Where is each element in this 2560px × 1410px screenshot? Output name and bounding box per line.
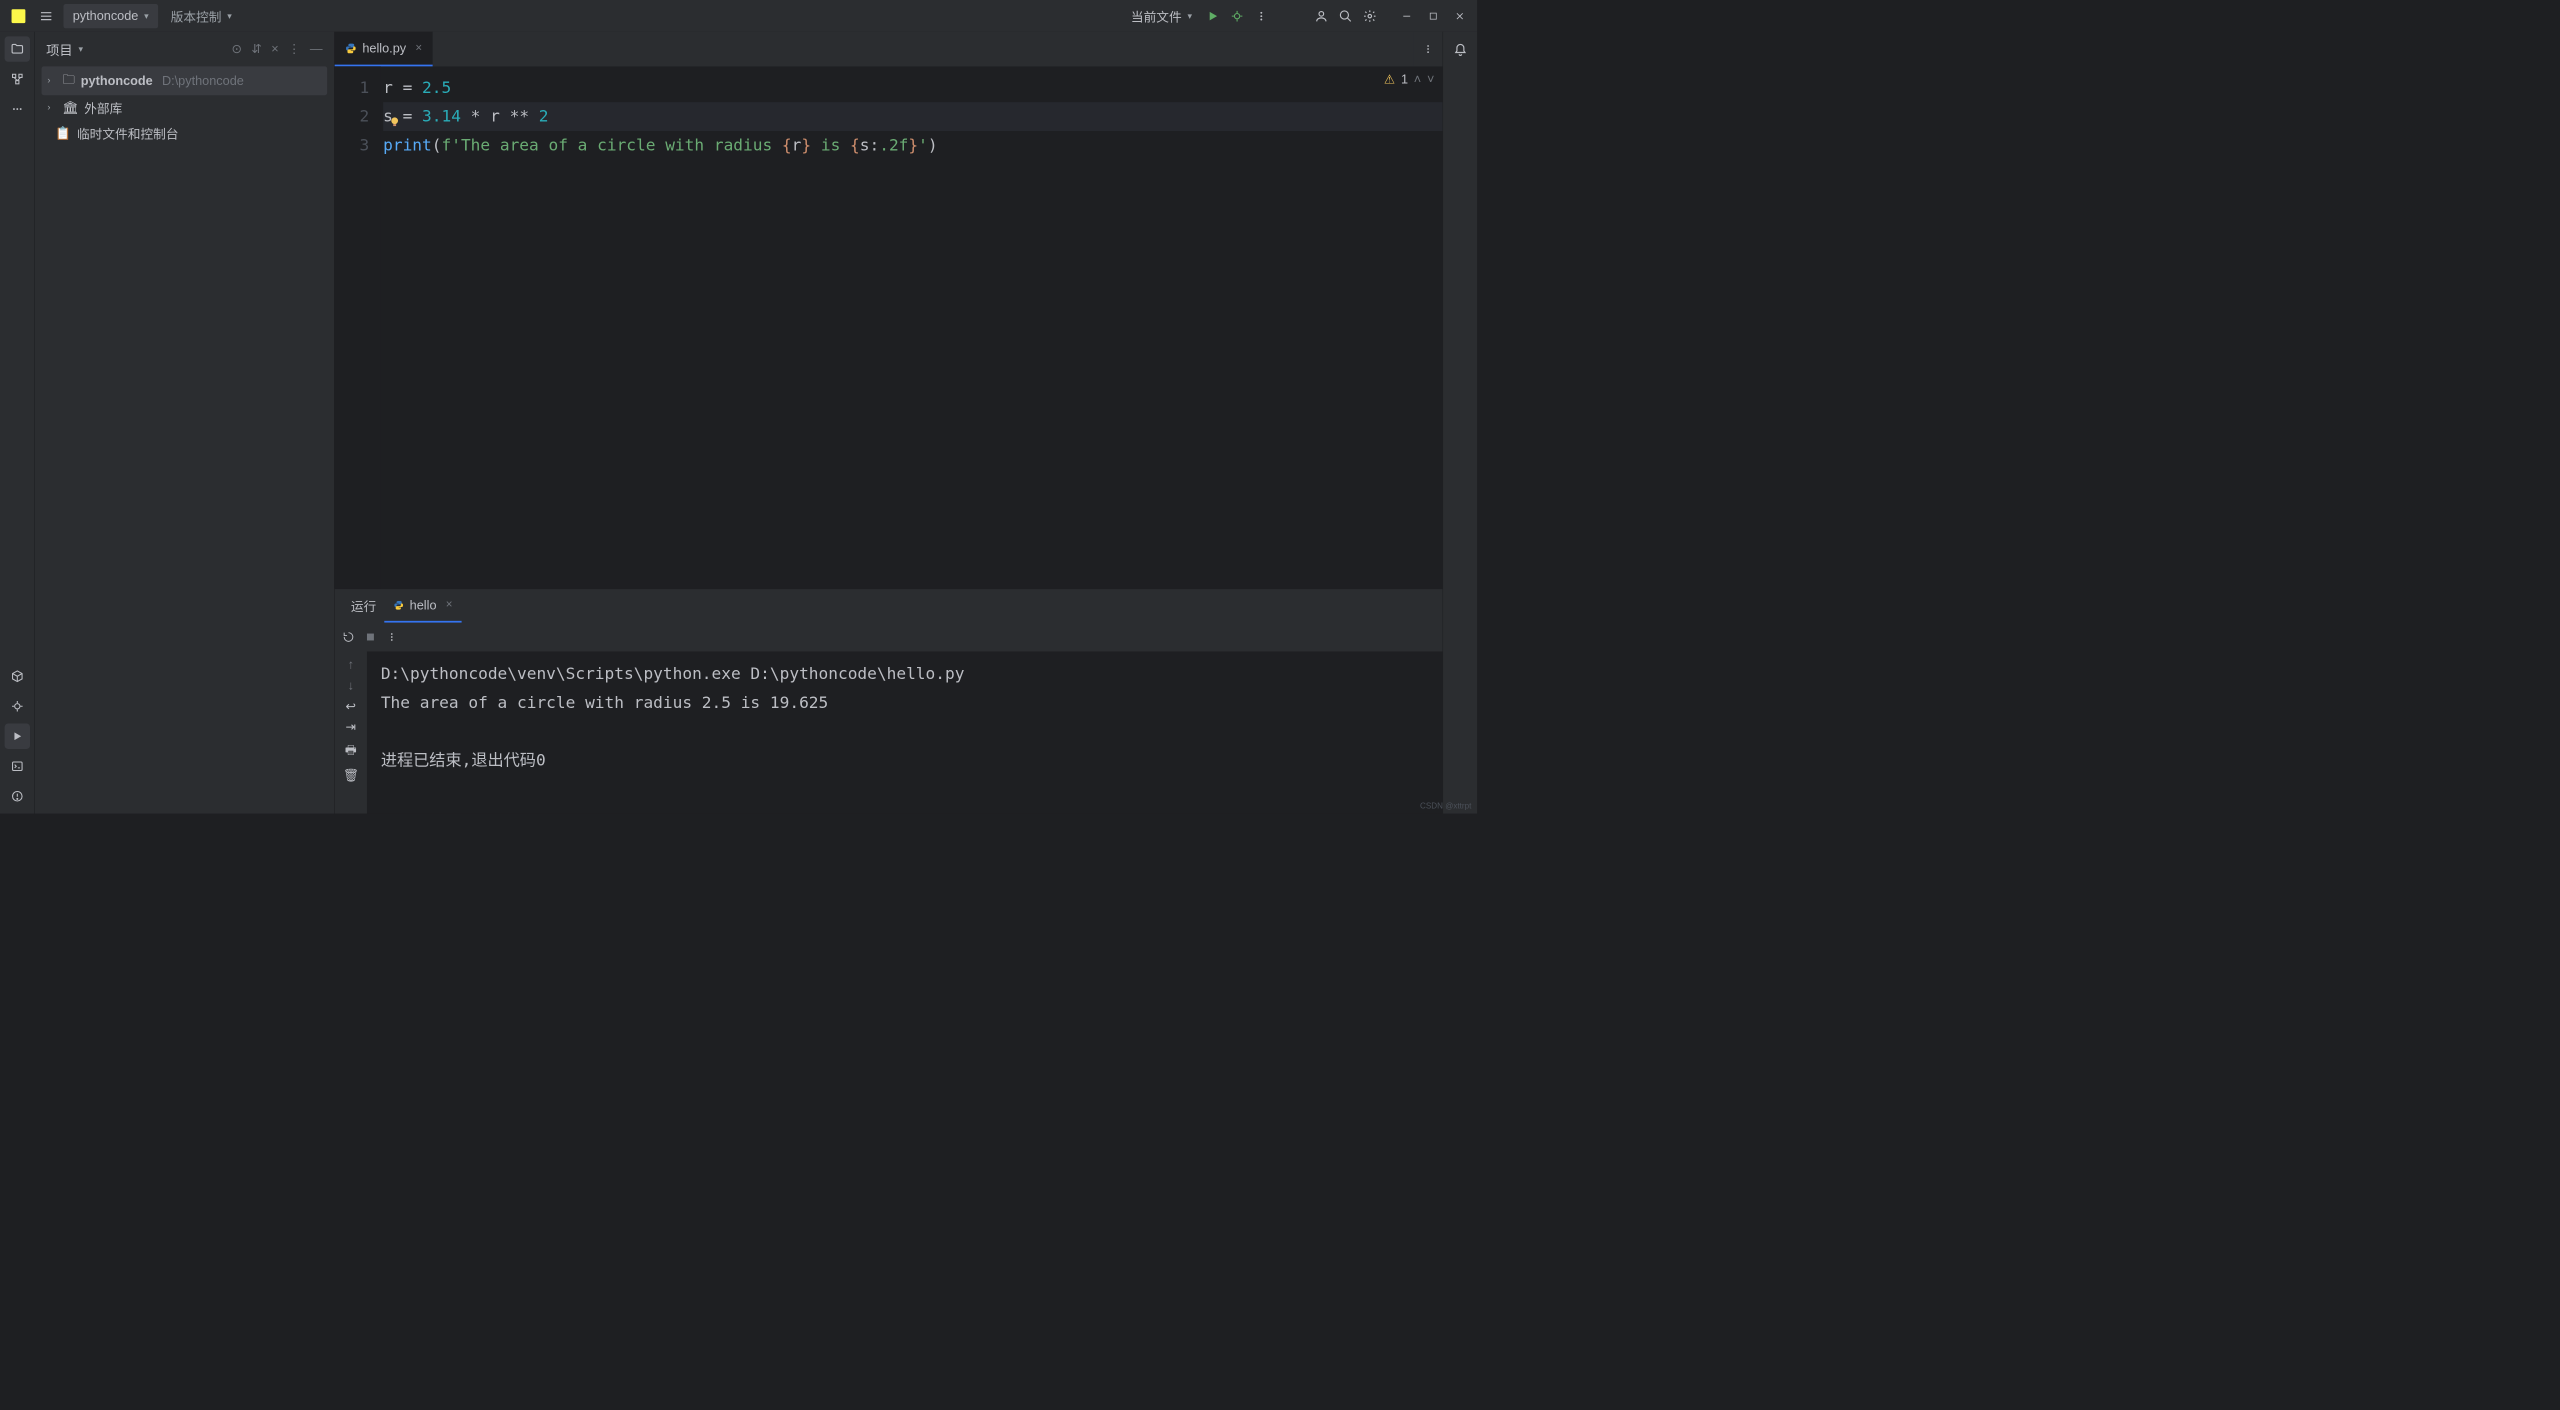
problems-button[interactable] (4, 784, 29, 809)
more-run-options-icon[interactable] (387, 632, 397, 642)
collapse-all-icon[interactable]: × (271, 42, 278, 57)
project-root-path: D:\pythoncode (162, 73, 244, 88)
expand-arrow-icon[interactable]: › (47, 76, 56, 86)
python-packages-button[interactable] (4, 664, 29, 689)
right-tool-rail (1443, 32, 1478, 814)
code-editor[interactable]: 1 2 3 r = 2.5s = 3.14 * r ** 2print(f'Th… (335, 66, 1443, 588)
editor-tab[interactable]: hello.py × (335, 32, 433, 67)
watermark: CSDN @xttrpt (1420, 801, 1471, 810)
close-tab-icon[interactable]: × (415, 42, 422, 55)
project-selector[interactable]: pythoncode ▾ (63, 4, 158, 28)
run-button[interactable] (1201, 4, 1224, 27)
warning-count: 1 (1401, 72, 1408, 87)
down-icon[interactable]: ↓ (348, 678, 354, 693)
close-run-tab-icon[interactable]: × (446, 598, 453, 611)
run-tool-button[interactable] (4, 724, 29, 749)
maximize-button[interactable] (1421, 4, 1446, 27)
intention-bulb-icon[interactable] (389, 116, 401, 128)
run-config-selector[interactable]: 当前文件 ▾ (1123, 2, 1200, 30)
left-tool-rail (0, 32, 35, 814)
soft-wrap-icon[interactable]: ↩ (345, 699, 356, 714)
terminal-button[interactable] (4, 754, 29, 779)
python-file-icon (345, 42, 357, 54)
more-tools-icon[interactable] (4, 96, 29, 121)
notifications-icon[interactable] (1449, 39, 1472, 62)
external-libs-item[interactable]: › 🏛 外部库 (42, 95, 328, 120)
chevron-down-icon: ▾ (1187, 10, 1192, 22)
run-config-label: 当前文件 (1131, 7, 1182, 25)
panel-title: 项目 (46, 39, 73, 59)
run-panel-label: 运行 (343, 589, 385, 622)
library-icon: 🏛 (62, 100, 78, 115)
structure-tool-button[interactable] (4, 66, 29, 91)
project-root-item[interactable]: › 🗀 pythoncode D:\pythoncode (42, 66, 328, 95)
line-number: 2 (335, 102, 381, 131)
warning-icon: ⚠ (1384, 72, 1395, 87)
next-highlight-icon[interactable]: ˅ (1427, 72, 1434, 87)
vcs-selector[interactable]: 版本控制 ▾ (161, 2, 241, 30)
editor-tab-bar: hello.py × (335, 32, 1443, 67)
scratches-label: 临时文件和控制台 (77, 124, 179, 142)
folder-icon: 🗀 (62, 70, 75, 92)
inspection-widget[interactable]: ⚠ 1 ˄ ˅ (1384, 72, 1435, 87)
title-bar: pythoncode ▾ 版本控制 ▾ 当前文件 ▾ (0, 0, 1477, 32)
select-opened-icon[interactable]: ⊙ (232, 42, 243, 57)
line-number: 3 (335, 131, 381, 160)
line-number-gutter: 1 2 3 (335, 66, 381, 588)
expand-all-icon[interactable]: ⇵ (251, 42, 262, 57)
project-panel: 项目 ▾ ⊙ ⇵ × ⋮ — › 🗀 pythoncode D:\pythonc… (35, 32, 335, 814)
search-icon[interactable] (1334, 4, 1357, 27)
scratches-item[interactable]: 📋 临时文件和控制台 (42, 121, 328, 146)
debug-button[interactable] (1226, 4, 1249, 27)
run-tab-name: hello (410, 597, 437, 612)
prev-highlight-icon[interactable]: ˄ (1414, 72, 1421, 87)
up-icon[interactable]: ↑ (348, 657, 354, 672)
scroll-end-icon[interactable]: ⇥ (345, 720, 356, 735)
run-panel: 运行 hello × (335, 589, 1443, 814)
scratch-icon: 📋 (55, 126, 71, 141)
console-output[interactable]: D:\pythoncode\venv\Scripts\python.exe D:… (367, 651, 1443, 813)
main-menu-icon[interactable] (39, 9, 53, 23)
expand-arrow-icon[interactable]: › (47, 103, 56, 113)
console-side-tools: ↑ ↓ ↩ ⇥ 🖶 🗑 (335, 651, 367, 813)
tab-filename: hello.py (362, 41, 406, 56)
rerun-icon[interactable] (343, 631, 355, 643)
close-button[interactable] (1447, 4, 1472, 27)
run-toolbar (335, 623, 1443, 652)
run-tab-bar: 运行 hello × (335, 589, 1443, 622)
editor-area: hello.py × 1 2 3 r = 2.5s = 3.14 * r ** … (335, 32, 1443, 814)
project-root-name: pythoncode (81, 73, 153, 88)
hide-panel-icon[interactable]: — (310, 42, 323, 57)
code-content[interactable]: r = 2.5s = 3.14 * r ** 2print(f'The area… (381, 66, 1443, 588)
vcs-label: 版本控制 (171, 7, 222, 25)
python-file-icon (394, 600, 404, 610)
settings-icon[interactable] (1358, 4, 1381, 27)
more-actions-icon[interactable] (1250, 4, 1273, 27)
project-tool-button[interactable] (4, 36, 29, 61)
chevron-down-icon[interactable]: ▾ (78, 43, 83, 55)
minimize-button[interactable] (1394, 4, 1419, 27)
stop-icon[interactable] (366, 632, 375, 641)
app-logo (12, 9, 26, 23)
print-icon[interactable]: 🖶 (345, 740, 357, 762)
services-button[interactable] (4, 694, 29, 719)
panel-options-icon[interactable]: ⋮ (288, 42, 301, 57)
chevron-down-icon: ▾ (144, 10, 149, 22)
chevron-down-icon: ▾ (227, 10, 232, 22)
external-libs-label: 外部库 (84, 99, 122, 117)
clear-icon[interactable]: 🗑 (343, 768, 359, 783)
project-name: pythoncode (73, 8, 139, 23)
project-panel-header: 项目 ▾ ⊙ ⇵ × ⋮ — (35, 32, 334, 67)
run-tab[interactable]: hello × (384, 589, 461, 622)
tab-more-icon[interactable] (1414, 32, 1443, 67)
line-number: 1 (335, 73, 381, 102)
code-with-me-icon[interactable] (1310, 4, 1333, 27)
